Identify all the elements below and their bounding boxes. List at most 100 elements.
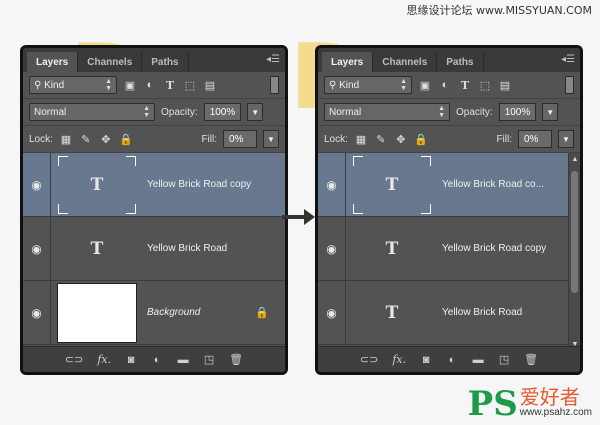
add-mask-icon[interactable]: ◙ [125, 354, 137, 366]
lock-pixels-brush-icon[interactable]: ✎ [79, 132, 93, 146]
lock-row: Lock: ▦ ✎ ✥ 🔒 Fill: 0% ▼ [23, 126, 285, 153]
search-icon: ⚲ [34, 79, 42, 91]
shape-filter-icon[interactable]: ⬚ [183, 78, 197, 92]
fill-dropdown-icon[interactable]: ▼ [558, 130, 574, 148]
layer-name: Yellow Brick Road co... [442, 179, 544, 190]
filter-kind-select[interactable]: ⚲ Kind ▲ ▼ [29, 76, 117, 94]
panel-menu-icon[interactable]: ◂☰ [266, 54, 280, 65]
layers-scrollbar[interactable]: ▲ ▼ [568, 153, 580, 350]
lock-pixels-brush-icon[interactable]: ✎ [374, 132, 388, 146]
type-icon: T [385, 238, 399, 259]
visibility-eye-icon[interactable]: ◉ [318, 217, 346, 280]
lock-row: Lock: ▦ ✎ ✥ 🔒 Fill: 0% ▼ [318, 126, 580, 153]
new-group-folder-icon[interactable]: ▬ [177, 354, 189, 366]
type-icon: T [385, 302, 399, 323]
new-group-folder-icon[interactable]: ▬ [472, 354, 484, 366]
layer-name: Background [147, 307, 201, 318]
text-layer-thumbnail: T [57, 219, 137, 279]
new-layer-icon[interactable]: ◳ [203, 353, 215, 366]
opacity-dropdown-icon[interactable]: ▼ [247, 103, 264, 121]
lock-icon: 🔒 [255, 307, 269, 319]
adjustment-layer-icon[interactable]: ◐ [151, 354, 163, 366]
visibility-eye-icon[interactable]: ◉ [23, 217, 51, 280]
chevron-updown-icon: ▲ ▼ [438, 105, 445, 119]
blend-mode-select[interactable]: Normal ▲ ▼ [324, 103, 450, 121]
lock-transparency-icon[interactable]: ▦ [354, 132, 368, 146]
tab-layers[interactable]: Layers [27, 52, 79, 72]
tab-layers[interactable]: Layers [322, 52, 374, 72]
layer-row[interactable]: ◉ T Yellow Brick Road [23, 217, 285, 281]
tab-paths[interactable]: Paths [437, 52, 484, 72]
smart-object-filter-icon[interactable]: ▤ [203, 78, 217, 92]
scroll-up-icon[interactable]: ▲ [569, 153, 580, 165]
fx-icon[interactable]: fx. [97, 353, 111, 366]
trash-icon[interactable]: 🗑 [229, 353, 243, 366]
type-filter-icon[interactable]: T [163, 78, 177, 92]
blend-mode-label: Normal [34, 106, 67, 118]
chevron-updown-icon: ▲ ▼ [105, 78, 112, 92]
fill-input[interactable]: 0% [223, 130, 257, 148]
text-layer-thumbnail: T [352, 219, 432, 279]
fill-dropdown-icon[interactable]: ▼ [263, 130, 279, 148]
layer-row[interactable]: ◉ T Yellow Brick Road copy [23, 153, 285, 217]
filter-row: ⚲ Kind ▲ ▼ ▣ ◐ T ⬚ ▤ [23, 72, 285, 99]
fx-icon[interactable]: fx. [392, 353, 406, 366]
lock-label: Lock: [324, 133, 348, 145]
fill-input[interactable]: 0% [518, 130, 552, 148]
opacity-dropdown-icon[interactable]: ▼ [542, 103, 559, 121]
text-layer-thumbnail: T [352, 283, 432, 343]
text-layer-thumbnail: T [352, 155, 432, 215]
layer-row[interactable]: ◉ Background 🔒 [23, 281, 285, 345]
watermark-url: www.psahz.com [519, 407, 592, 418]
filter-toggle[interactable] [565, 76, 574, 94]
tab-channels[interactable]: Channels [373, 52, 438, 72]
tab-channels[interactable]: Channels [78, 52, 143, 72]
adjustment-layer-icon[interactable]: ◐ [446, 354, 458, 366]
search-icon: ⚲ [329, 79, 337, 91]
visibility-eye-icon[interactable]: ◉ [23, 281, 51, 344]
lock-all-icon[interactable]: 🔒 [414, 132, 428, 146]
watermark-logo: PS 爱好者 www.psahz.com [468, 385, 592, 421]
lock-position-move-icon[interactable]: ✥ [99, 132, 113, 146]
text-layer-thumbnail: T [57, 155, 137, 215]
image-filter-icon[interactable]: ▣ [418, 78, 432, 92]
trash-icon[interactable]: 🗑 [524, 353, 538, 366]
blend-mode-select[interactable]: Normal ▲ ▼ [29, 103, 155, 121]
layer-row[interactable]: ◉ T Yellow Brick Road copy [318, 217, 568, 281]
visibility-eye-icon[interactable]: ◉ [318, 281, 346, 344]
type-filter-icon[interactable]: T [458, 78, 472, 92]
filter-row: ⚲ Kind ▲ ▼ ▣ ◐ T ⬚ ▤ [318, 72, 580, 99]
arrow-right-icon [282, 209, 315, 225]
smart-object-filter-icon[interactable]: ▤ [498, 78, 512, 92]
opacity-input[interactable]: 100% [203, 103, 242, 121]
scrollbar-thumb[interactable] [571, 171, 578, 293]
panel-menu-icon[interactable]: ◂☰ [561, 54, 575, 65]
adjustment-filter-icon[interactable]: ◐ [438, 78, 452, 92]
lock-all-icon[interactable]: 🔒 [119, 132, 133, 146]
layers-panel-after: Layers Channels Paths ◂☰ ⚲ Kind ▲ ▼ ▣ ◐ T… [315, 45, 583, 375]
layers-list: ◉ T Yellow Brick Road co... ◉ T Yellow B… [318, 153, 568, 350]
lock-position-move-icon[interactable]: ✥ [394, 132, 408, 146]
image-filter-icon[interactable]: ▣ [123, 78, 137, 92]
filter-toggle[interactable] [270, 76, 279, 94]
new-layer-icon[interactable]: ◳ [498, 353, 510, 366]
panel-tabs: Layers Channels Paths ◂☰ [318, 48, 580, 72]
watermark-cn: 爱好者 [519, 385, 580, 409]
lock-transparency-icon[interactable]: ▦ [59, 132, 73, 146]
filter-kind-select[interactable]: ⚲ Kind ▲ ▼ [324, 76, 412, 94]
opacity-input[interactable]: 100% [498, 103, 537, 121]
link-layers-icon[interactable]: ⊂⊃ [360, 353, 378, 366]
layer-row[interactable]: ◉ T Yellow Brick Road co... [318, 153, 568, 217]
layer-row[interactable]: ◉ T Yellow Brick Road [318, 281, 568, 345]
panel-footer: ⊂⊃ fx. ◙ ◐ ▬ ◳ 🗑 [318, 346, 580, 372]
layer-name: Yellow Brick Road [442, 307, 523, 318]
panel-footer: ⊂⊃ fx. ◙ ◐ ▬ ◳ 🗑 [23, 346, 285, 372]
add-mask-icon[interactable]: ◙ [420, 354, 432, 366]
visibility-eye-icon[interactable]: ◉ [23, 153, 51, 216]
shape-filter-icon[interactable]: ⬚ [478, 78, 492, 92]
link-layers-icon[interactable]: ⊂⊃ [65, 353, 83, 366]
tab-paths[interactable]: Paths [142, 52, 189, 72]
visibility-eye-icon[interactable]: ◉ [318, 153, 346, 216]
adjustment-filter-icon[interactable]: ◐ [143, 78, 157, 92]
lock-label: Lock: [29, 133, 53, 145]
